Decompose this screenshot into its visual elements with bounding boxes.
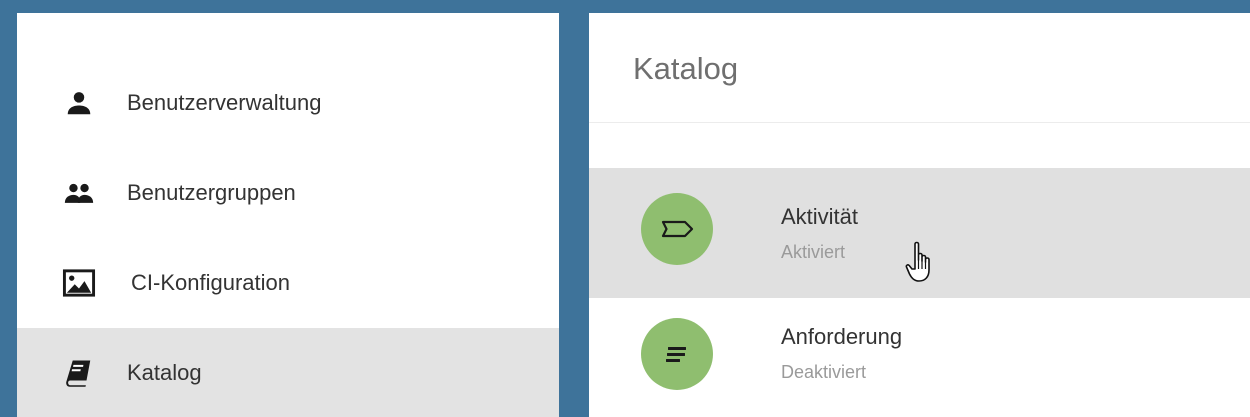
sidebar-item-label: Katalog — [127, 360, 202, 385]
catalog-item-status: Aktiviert — [781, 242, 846, 262]
catalog-item-title: Anforderung — [781, 324, 903, 349]
hand-pointer-icon — [905, 241, 930, 282]
people-icon — [61, 175, 97, 211]
sidebar-item-label: CI-Konfiguration — [131, 270, 290, 295]
lines-icon — [641, 318, 713, 390]
sidebar-item-benutzergruppen[interactable]: Benutzergruppen — [17, 148, 559, 238]
catalog-item-aktivitaet[interactable]: Aktivität Aktiviert — [589, 168, 1250, 298]
main-panel: Katalog Aktivität Aktiviert Anforderung … — [589, 13, 1250, 417]
person-icon — [61, 85, 97, 121]
tag-outline-icon — [641, 193, 713, 265]
sidebar-item-label: Benutzergruppen — [127, 180, 296, 205]
sidebar-item-katalog[interactable]: Katalog — [17, 328, 559, 417]
sidebar-item-label: Benutzerverwaltung — [127, 90, 322, 115]
catalog-item-status: Deaktiviert — [781, 362, 867, 382]
catalog-item-title: Aktivität — [781, 204, 859, 229]
sidebar-nav: Benutzerverwaltung Benutzergruppen CI-Ko… — [17, 58, 559, 417]
image-icon — [61, 265, 97, 301]
book-icon — [61, 355, 97, 391]
sidebar: Benutzerverwaltung Benutzergruppen CI-Ko… — [17, 13, 559, 417]
main-header: Katalog — [589, 13, 1250, 123]
catalog-list: Aktivität Aktiviert Anforderung Deaktivi… — [589, 168, 1250, 417]
page-title: Katalog — [633, 51, 739, 86]
catalog-item-anforderung[interactable]: Anforderung Deaktiviert — [589, 298, 1250, 417]
sidebar-item-ci-konfiguration[interactable]: CI-Konfiguration — [17, 238, 559, 328]
sidebar-item-benutzerverwaltung[interactable]: Benutzerverwaltung — [17, 58, 559, 148]
